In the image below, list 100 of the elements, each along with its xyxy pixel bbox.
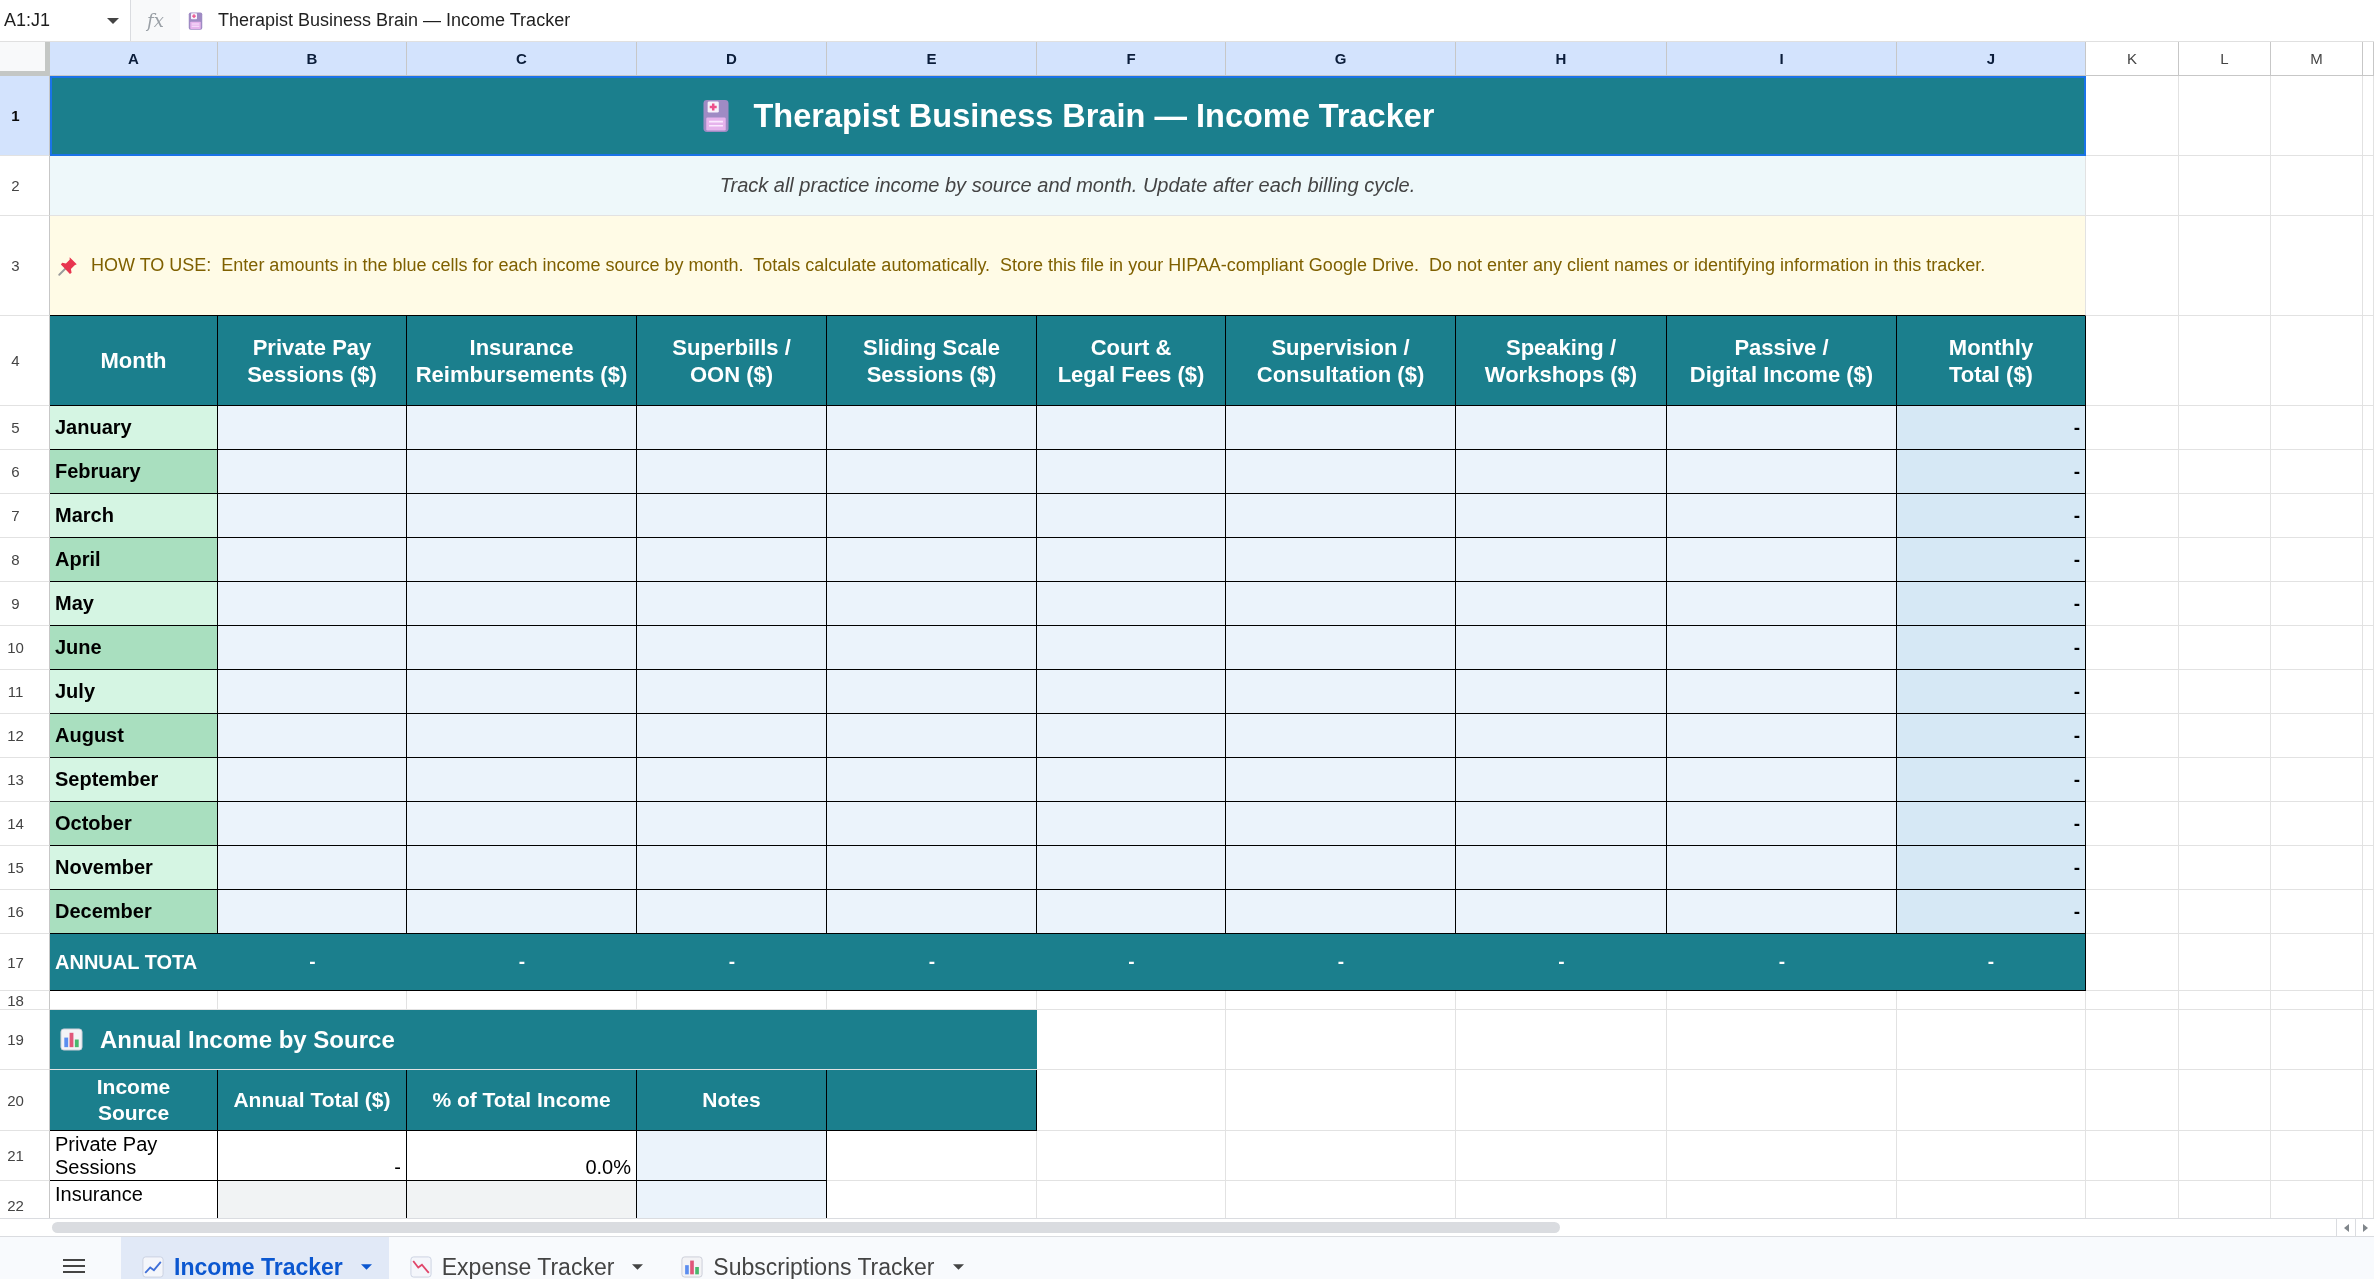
input-cell[interactable] (1037, 758, 1226, 802)
empty-cell[interactable] (2179, 1010, 2271, 1070)
notes-field[interactable] (637, 1131, 827, 1181)
empty-cell[interactable] (2363, 802, 2374, 846)
input-cell[interactable] (407, 450, 637, 494)
input-cell[interactable] (1226, 714, 1456, 758)
empty-cell[interactable] (2363, 216, 2374, 316)
input-cell[interactable] (827, 670, 1037, 714)
column-letter[interactable]: L (2179, 42, 2271, 76)
row-number[interactable]: 20 (0, 1070, 50, 1131)
row-number[interactable]: 12 (0, 714, 50, 758)
empty-cell[interactable] (2179, 1131, 2271, 1181)
input-cell[interactable] (1456, 758, 1667, 802)
empty-cell[interactable] (2363, 670, 2374, 714)
empty-cell[interactable] (2179, 450, 2271, 494)
input-cell[interactable] (1667, 758, 1897, 802)
input-cell[interactable] (827, 890, 1037, 934)
formula-field[interactable]: Therapist Business Brain — Income Tracker (180, 3, 2374, 38)
row-number[interactable]: 9 (0, 582, 50, 626)
input-cell[interactable] (1667, 494, 1897, 538)
column-letter[interactable]: M (2271, 42, 2363, 76)
empty-cell[interactable] (2363, 1070, 2374, 1131)
empty-cell[interactable] (2179, 156, 2271, 216)
row-number[interactable]: 4 (0, 316, 50, 406)
empty-cell[interactable] (2179, 582, 2271, 626)
sheet-tab[interactable]: Income Tracker (121, 1237, 389, 1279)
input-cell[interactable] (1667, 626, 1897, 670)
input-cell[interactable] (1226, 406, 1456, 450)
column-letter[interactable]: D (637, 42, 827, 76)
notes-field[interactable] (637, 1181, 827, 1218)
input-cell[interactable] (827, 494, 1037, 538)
empty-cell[interactable] (2271, 802, 2363, 846)
column-letter[interactable]: E (827, 42, 1037, 76)
empty-cell[interactable] (2363, 1131, 2374, 1181)
input-cell[interactable] (218, 626, 407, 670)
input-cell[interactable] (1456, 846, 1667, 890)
row-number[interactable]: 18 (0, 991, 50, 1010)
input-cell[interactable] (1456, 714, 1667, 758)
empty-cell[interactable] (2363, 758, 2374, 802)
input-cell[interactable] (1456, 890, 1667, 934)
row-number[interactable]: 11 (0, 670, 50, 714)
empty-cell[interactable] (2271, 76, 2363, 156)
input-cell[interactable] (218, 890, 407, 934)
input-cell[interactable] (218, 538, 407, 582)
empty-cell[interactable] (2179, 494, 2271, 538)
empty-cell[interactable] (2179, 216, 2271, 316)
empty-cell[interactable] (2179, 76, 2271, 156)
empty-cell[interactable] (2363, 991, 2374, 1010)
input-cell[interactable] (407, 626, 637, 670)
empty-cell[interactable] (2271, 538, 2363, 582)
input-cell[interactable] (1226, 802, 1456, 846)
input-cell[interactable] (1226, 626, 1456, 670)
empty-cell[interactable] (2271, 216, 2363, 316)
empty-cell[interactable] (2271, 156, 2363, 216)
input-cell[interactable] (1667, 582, 1897, 626)
empty-cell[interactable] (2179, 991, 2271, 1010)
input-cell[interactable] (1226, 450, 1456, 494)
empty-cell[interactable] (1897, 1070, 2086, 1131)
empty-cell[interactable] (2363, 538, 2374, 582)
input-cell[interactable] (218, 758, 407, 802)
input-cell[interactable] (1456, 450, 1667, 494)
empty-cell[interactable] (2271, 1131, 2363, 1181)
empty-cell[interactable] (2271, 582, 2363, 626)
empty-cell[interactable] (2271, 626, 2363, 670)
column-letter[interactable]: J (1897, 42, 2086, 76)
empty-cell[interactable] (2271, 450, 2363, 494)
empty-cell[interactable] (2363, 626, 2374, 670)
row-number[interactable]: 14 (0, 802, 50, 846)
empty-cell[interactable] (2363, 890, 2374, 934)
empty-cell[interactable] (637, 991, 827, 1010)
input-cell[interactable] (1037, 802, 1226, 846)
input-cell[interactable] (1456, 406, 1667, 450)
row-number[interactable]: 1 (0, 76, 50, 156)
input-cell[interactable] (407, 714, 637, 758)
input-cell[interactable] (1037, 406, 1226, 450)
input-cell[interactable] (1037, 670, 1226, 714)
input-cell[interactable] (218, 846, 407, 890)
column-letter[interactable]: A (50, 42, 218, 76)
input-cell[interactable] (637, 714, 827, 758)
empty-cell[interactable] (1226, 1131, 1456, 1181)
input-cell[interactable] (218, 406, 407, 450)
input-cell[interactable] (827, 714, 1037, 758)
row-number[interactable]: 19 (0, 1010, 50, 1070)
column-letter[interactable]: I (1667, 42, 1897, 76)
input-cell[interactable] (637, 758, 827, 802)
empty-cell[interactable] (2179, 1070, 2271, 1131)
empty-cell[interactable] (2179, 406, 2271, 450)
row-number[interactable]: 17 (0, 934, 50, 991)
empty-cell[interactable] (2363, 1010, 2374, 1070)
input-cell[interactable] (637, 626, 827, 670)
input-cell[interactable] (827, 582, 1037, 626)
input-cell[interactable] (1667, 802, 1897, 846)
input-cell[interactable] (637, 670, 827, 714)
input-cell[interactable] (218, 582, 407, 626)
empty-cell[interactable] (1897, 991, 2086, 1010)
column-letter[interactable]: H (1456, 42, 1667, 76)
empty-cell[interactable] (2179, 626, 2271, 670)
empty-cell[interactable] (1667, 1070, 1897, 1131)
column-letter[interactable]: C (407, 42, 637, 76)
input-cell[interactable] (407, 538, 637, 582)
